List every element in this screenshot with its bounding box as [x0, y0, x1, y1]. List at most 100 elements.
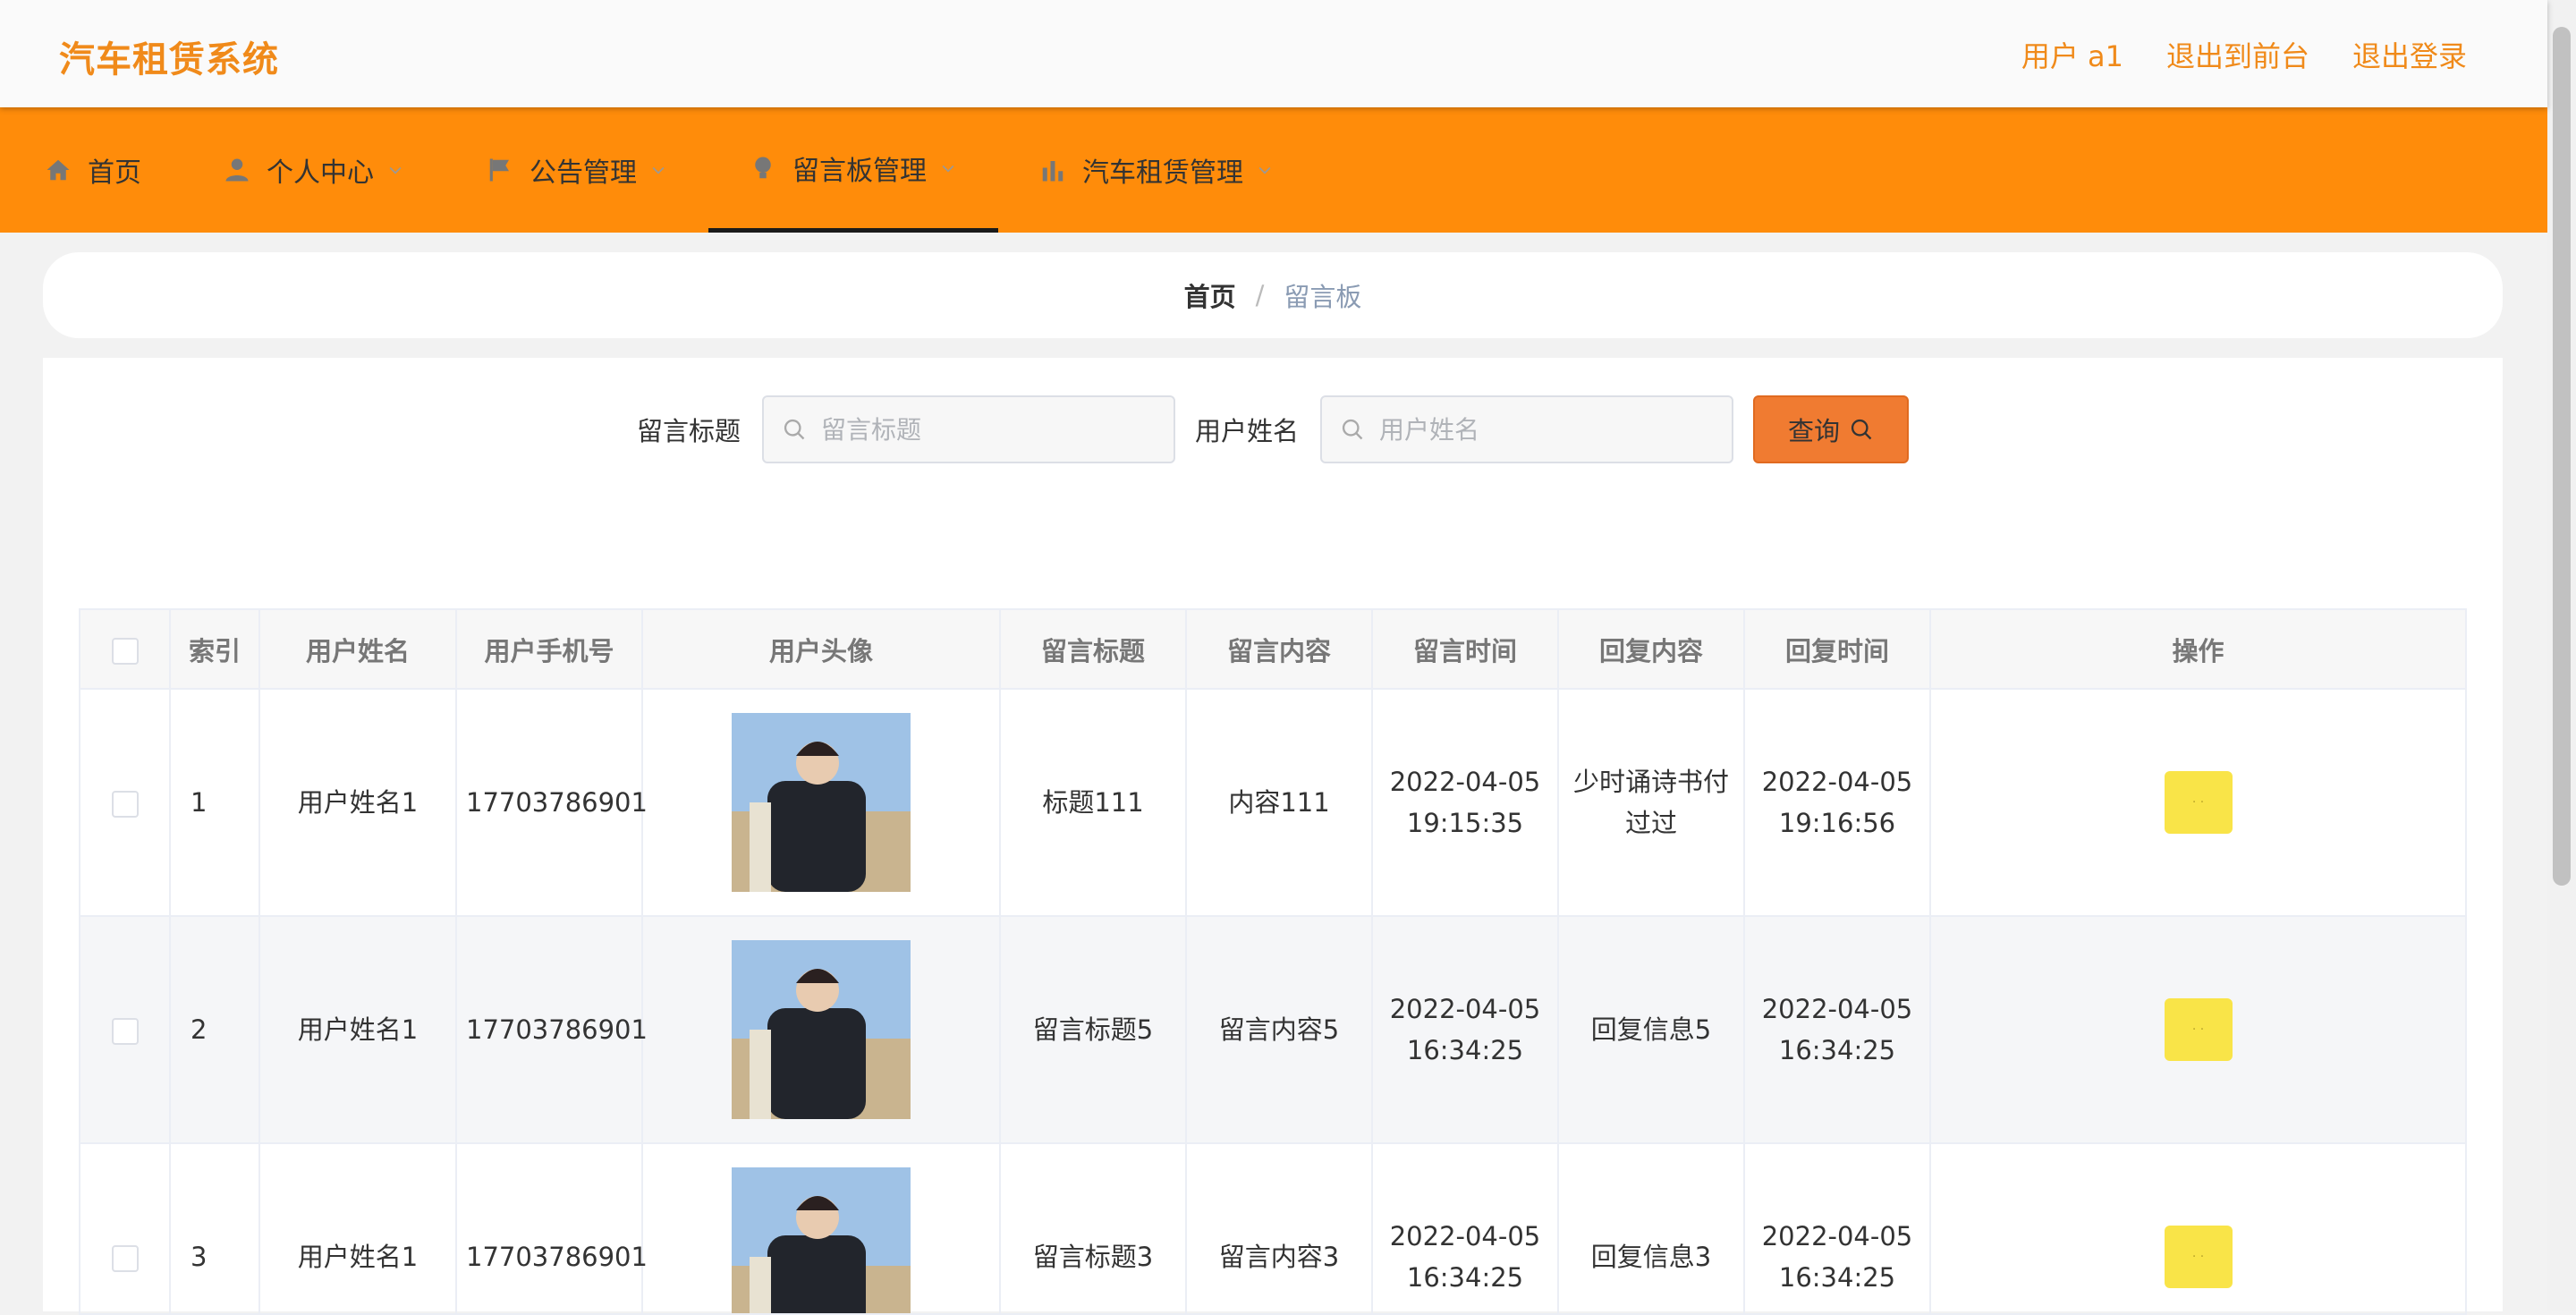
top-header: 汽车租赁系统 用户 a1 退出到前台 退出登录	[0, 0, 2547, 107]
cell-user-name: 用户姓名1	[259, 916, 457, 1144]
row-checkbox[interactable]	[111, 1245, 139, 1272]
column-header: 索引	[170, 610, 260, 690]
chevron-down-icon	[389, 166, 402, 174]
select-all-checkbox[interactable]	[111, 637, 139, 665]
user-avatar-image	[732, 1167, 911, 1313]
scrollbar-thumb[interactable]	[2553, 27, 2571, 886]
lightbulb-icon	[755, 157, 771, 178]
cell-title: 留言标题3	[1000, 1143, 1187, 1313]
cell-index: 3	[170, 1143, 260, 1313]
column-header: 用户头像	[642, 610, 1001, 690]
cell-title: 留言标题5	[1000, 916, 1187, 1144]
main-nav: 首页 个人中心 公告管理 留言板管理 汽车租赁管理	[0, 107, 2547, 233]
cell-user-name: 用户姓名1	[259, 1143, 457, 1313]
breadcrumb-home[interactable]: 首页	[1184, 276, 1236, 314]
cell-phone: 17703786901	[456, 916, 648, 1144]
query-button-label: 查询	[1788, 416, 1841, 446]
column-header: 操作	[1930, 610, 2465, 690]
row-checkbox[interactable]	[111, 1018, 139, 1045]
cell-content: 内容111	[1186, 689, 1373, 917]
cell-actions: · ·	[1930, 689, 2465, 917]
search-icon	[1342, 419, 1363, 440]
action-button[interactable]: · ·	[2164, 998, 2233, 1061]
user-avatar-image	[732, 713, 911, 892]
logout-link[interactable]: 退出登录	[2352, 34, 2467, 75]
cell-index: 1	[170, 689, 260, 917]
home-icon	[47, 159, 70, 181]
row-select-cell[interactable]	[80, 916, 171, 1144]
cell-title: 标题111	[1000, 689, 1187, 917]
column-header: 回复内容	[1558, 610, 1745, 690]
nav-label: 留言板管理	[792, 155, 927, 187]
column-header: 用户姓名	[259, 610, 457, 690]
nav-item-personal-center[interactable]: 个人中心	[182, 107, 445, 233]
column-header: 留言标题	[1000, 610, 1187, 690]
cell-user-name: 用户姓名1	[259, 689, 457, 917]
user-search-box[interactable]	[1320, 395, 1734, 463]
cell-phone: 17703786901	[456, 1143, 648, 1313]
search-icon	[784, 419, 805, 440]
breadcrumb: 首页 / 留言板	[43, 252, 2503, 338]
content-panel: 留言标题 用户姓名 查询 索引 用户姓名	[43, 358, 2503, 1315]
user-icon	[225, 158, 249, 182]
cell-reply: 回复信息3	[1558, 1143, 1745, 1313]
table-row: 1 用户姓名1 17703786901 标题111 内容111 2022-04-…	[80, 689, 2465, 917]
header-links: 用户 a1 退出到前台 退出登录	[2021, 34, 2467, 75]
cell-time: 2022-04-05 16:34:25	[1372, 1143, 1559, 1313]
nav-item-notice[interactable]: 公告管理	[445, 107, 708, 233]
row-select-cell[interactable]	[80, 689, 171, 917]
nav-item-car-rental[interactable]: 汽车租赁管理	[998, 107, 1315, 233]
back-to-front-link[interactable]: 退出到前台	[2166, 34, 2309, 75]
row-checkbox[interactable]	[111, 791, 139, 818]
table-row: 2 用户姓名1 17703786901 留言标题5 留言内容5 2022-04-…	[80, 916, 2465, 1144]
cell-avatar	[642, 916, 1001, 1144]
title-search-input[interactable]	[819, 413, 1156, 445]
title-search-box[interactable]	[762, 395, 1175, 463]
breadcrumb-separator: /	[1255, 280, 1265, 310]
column-header: 回复时间	[1744, 610, 1931, 690]
nav-label: 个人中心	[267, 157, 374, 189]
breadcrumb-current: 留言板	[1284, 282, 1362, 312]
column-header: 留言内容	[1186, 610, 1373, 690]
cell-content: 留言内容5	[1186, 916, 1373, 1144]
action-button[interactable]: · ·	[2164, 1226, 2233, 1288]
bar-chart-icon	[1042, 161, 1063, 182]
column-header: 用户手机号	[456, 610, 643, 690]
nav-item-home[interactable]: 首页	[0, 107, 182, 233]
cell-avatar	[642, 1143, 1001, 1313]
cell-content: 留言内容3	[1186, 1143, 1373, 1313]
page-scrollbar[interactable]	[2547, 0, 2576, 1311]
cell-actions: · ·	[1930, 916, 2465, 1144]
chevron-down-icon	[1258, 166, 1271, 174]
nav-label: 首页	[88, 157, 141, 189]
cell-reply-time: 2022-04-05 16:34:25	[1744, 1143, 1931, 1313]
cell-time: 2022-04-05 16:34:25	[1372, 916, 1559, 1144]
user-label[interactable]: 用户 a1	[2021, 34, 2123, 75]
cell-actions: · ·	[1930, 1143, 2465, 1313]
nav-label: 公告管理	[530, 157, 637, 189]
cell-reply-time: 2022-04-05 16:34:25	[1744, 916, 1931, 1144]
cell-reply-time: 2022-04-05 19:16:56	[1744, 689, 1931, 917]
chevron-down-icon	[652, 166, 665, 174]
nav-label: 汽车租赁管理	[1082, 157, 1243, 189]
header-select-all[interactable]	[80, 610, 171, 690]
row-select-cell[interactable]	[80, 1143, 171, 1313]
nav-item-message-board[interactable]: 留言板管理	[708, 107, 998, 233]
app-title: 汽车租赁系统	[59, 39, 279, 81]
cell-reply: 少时诵诗书付过过	[1558, 689, 1745, 917]
title-filter-label: 留言标题	[636, 416, 741, 446]
user-avatar-image	[732, 940, 911, 1119]
message-table: 索引 用户姓名 用户手机号 用户头像 留言标题 留言内容 留言时间 回复内容 回…	[79, 608, 2467, 1315]
action-button[interactable]: · ·	[2164, 771, 2233, 834]
cell-phone: 17703786901	[456, 689, 648, 917]
user-filter-label: 用户姓名	[1195, 416, 1300, 446]
table-row: 3 用户姓名1 17703786901 留言标题3 留言内容3 2022-04-…	[80, 1143, 2465, 1313]
cell-index: 2	[170, 916, 260, 1144]
flag-icon	[489, 158, 509, 182]
user-search-input[interactable]	[1377, 413, 1715, 445]
search-icon	[1851, 419, 1872, 440]
cell-reply: 回复信息5	[1558, 916, 1745, 1144]
query-button[interactable]: 查询	[1753, 395, 1910, 463]
cell-time: 2022-04-05 19:15:35	[1372, 689, 1559, 917]
chevron-down-icon	[942, 165, 954, 173]
